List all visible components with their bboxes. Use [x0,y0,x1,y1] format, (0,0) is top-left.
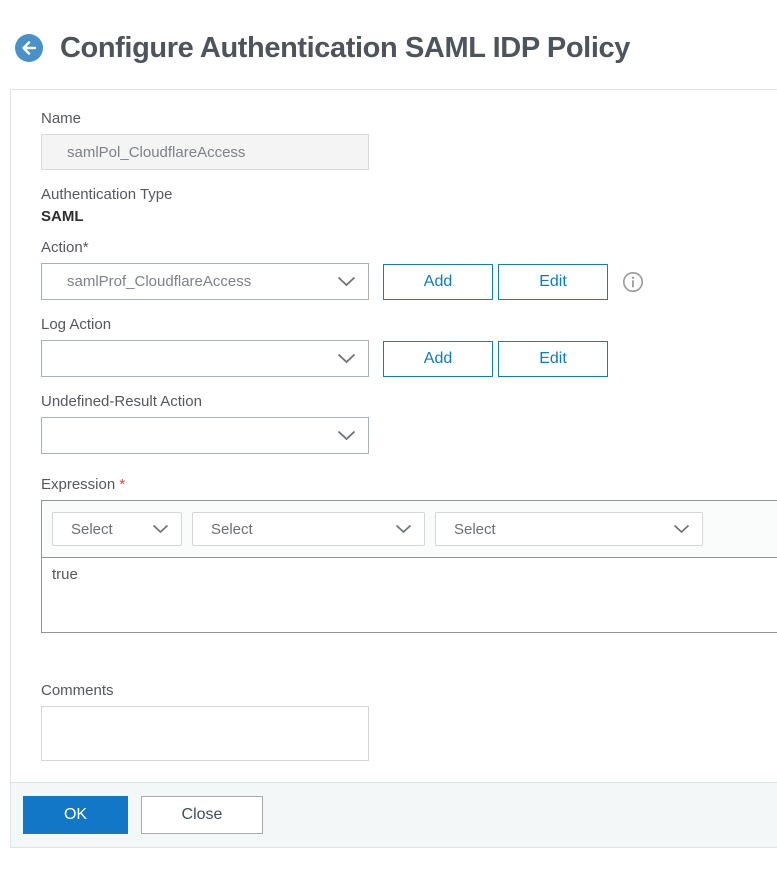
expression-editor: Select Select Select true [41,500,777,633]
arrow-left-icon [21,41,37,55]
auth-type-label: Authentication Type [41,186,173,203]
action-edit-button[interactable]: Edit [498,263,608,300]
chevron-down-icon [337,353,356,364]
page-title: Configure Authentication SAML IDP Policy [60,31,630,64]
action-field-group: Action* samlProf_CloudflareAccess Add Ed… [41,239,777,300]
expression-select-3[interactable]: Select [435,512,703,546]
auth-type-group: Authentication Type SAML [41,186,777,225]
expression-label: Expression [41,476,120,493]
undefined-result-field-group: Undefined-Result Action [41,393,777,454]
page-header: Configure Authentication SAML IDP Policy [15,26,777,70]
form-footer: OK Close [11,782,777,848]
log-action-edit-button[interactable]: Edit [498,340,608,377]
chevron-down-icon [337,276,356,287]
comments-input[interactable] [41,706,369,761]
name-label: Name [41,110,82,127]
name-field-group: Name [41,110,777,170]
log-action-add-button[interactable]: Add [383,340,493,377]
form-panel: Name Authentication Type SAML Action* sa… [10,89,777,848]
undefined-result-select[interactable] [41,417,369,454]
expression-select-3-value: Select [454,520,496,538]
required-mark: * [119,476,126,493]
log-action-select[interactable] [41,340,369,377]
auth-type-value: SAML [41,208,84,225]
expression-select-1[interactable]: Select [52,512,182,546]
chevron-down-icon [337,430,356,441]
action-select-value: samlProf_CloudflareAccess [67,273,252,290]
expression-field-group: Expression * Select Select Select true [41,476,777,633]
name-input[interactable] [41,134,369,170]
expression-input[interactable]: true [42,558,777,632]
expression-select-2-value: Select [211,520,253,538]
action-select[interactable]: samlProf_CloudflareAccess [41,263,369,300]
comments-label: Comments [41,682,114,699]
expression-select-2[interactable]: Select [192,512,425,546]
ok-button[interactable]: OK [23,796,128,834]
action-info-icon[interactable] [622,271,644,293]
action-label: Action* [41,239,89,256]
close-button[interactable]: Close [141,796,263,834]
comments-field-group: Comments [41,682,777,761]
log-action-label: Log Action [41,316,112,333]
undefined-result-label: Undefined-Result Action [41,393,202,410]
chevron-down-icon [152,524,169,534]
log-action-field-group: Log Action Add Edit [41,316,777,377]
back-button[interactable] [15,34,43,62]
expression-toolbar: Select Select Select [42,501,777,558]
action-add-button[interactable]: Add [383,263,493,300]
expression-select-1-value: Select [71,520,113,538]
chevron-down-icon [395,524,412,534]
chevron-down-icon [673,524,690,534]
